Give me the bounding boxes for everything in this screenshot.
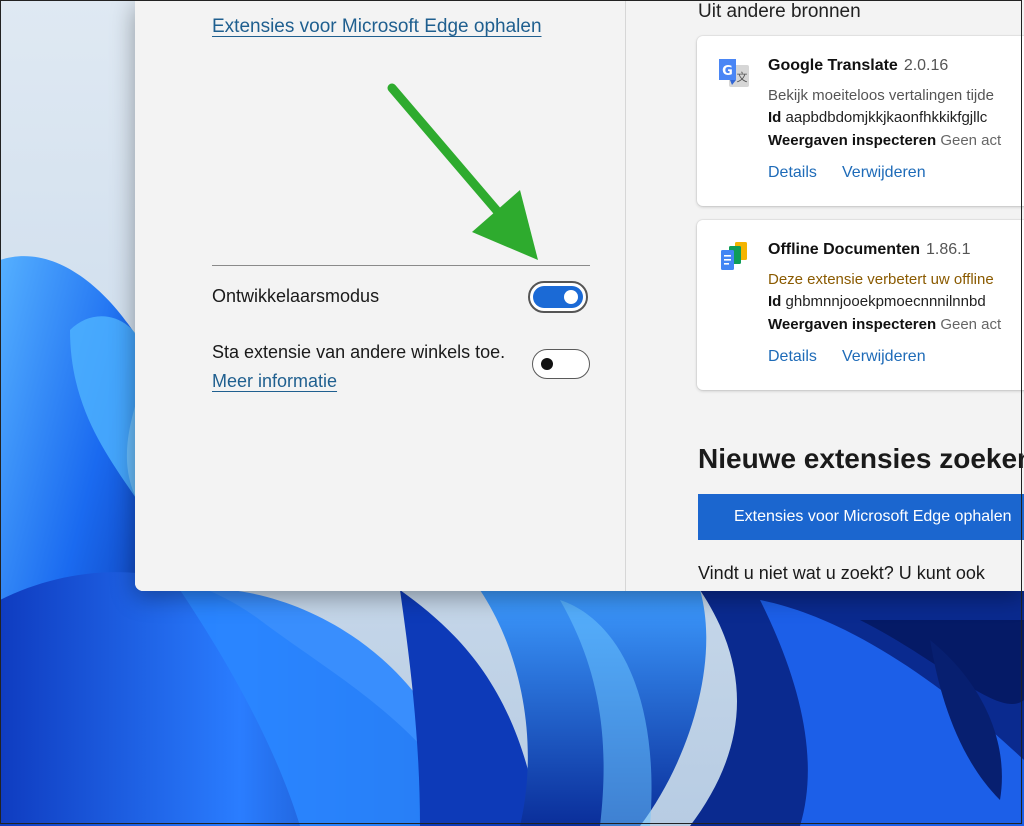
google-translate-icon: G 文 bbox=[719, 59, 749, 87]
find-new-extensions-heading: Nieuwe extensies zoeken bbox=[698, 443, 1024, 474]
inspect-views-value: Geen act bbox=[940, 316, 1002, 333]
developer-mode-toggle[interactable] bbox=[528, 281, 588, 313]
extension-id-line: Id aapbdbdomjkkjkaonfhkkikfgjllc bbox=[768, 109, 987, 126]
allow-other-stores-text: Sta extensie van andere winkels toe. bbox=[212, 342, 506, 362]
extension-title: Google Translate bbox=[768, 57, 898, 74]
id-label: Id bbox=[768, 293, 782, 310]
svg-text:G: G bbox=[722, 64, 733, 79]
more-info-link[interactable]: Meer informatie bbox=[212, 371, 337, 391]
extension-version: 2.0.16 bbox=[903, 57, 949, 74]
developer-mode-label: Ontwikkelaarsmodus bbox=[212, 286, 380, 306]
remove-link[interactable]: Verwijderen bbox=[842, 164, 926, 182]
inspect-views-line: Weergaven inspecteren Geen act bbox=[768, 132, 1001, 149]
extension-card-offline-documents: Offline Documenten 1.86.1 Deze extensie v… bbox=[697, 220, 1024, 390]
inspect-views-line: Weergaven inspecteren Geen act bbox=[768, 316, 1001, 333]
green-arrow-annotation bbox=[387, 83, 538, 260]
extension-card-google-translate: G 文 Google Translate 2.0.16 Bekijk moeite… bbox=[697, 36, 1024, 206]
find-hint-text: Vindt u niet wat u zoekt? U kunt ook bbox=[698, 563, 985, 583]
id-value: ghbmnnjooekpmoecnnnilnnbd bbox=[785, 293, 986, 310]
get-edge-extensions-button[interactable]: Extensies voor Microsoft Edge ophalen bbox=[698, 494, 1024, 540]
details-link[interactable]: Details bbox=[768, 164, 817, 182]
id-value: aapbdbdomjkkjkaonfhkkikfgjllc bbox=[785, 109, 988, 126]
svg-text:文: 文 bbox=[737, 70, 748, 84]
extension-title: Offline Documenten bbox=[768, 241, 921, 258]
remove-link[interactable]: Verwijderen bbox=[842, 348, 926, 366]
extension-version: 1.86.1 bbox=[926, 241, 971, 258]
edge-extensions-window: Extensies voor Microsoft Edge ophalen On… bbox=[135, 0, 1024, 591]
details-link[interactable]: Details bbox=[768, 348, 817, 366]
inspect-views-value: Geen act bbox=[940, 132, 1002, 149]
google-docs-icon bbox=[721, 242, 747, 270]
allow-other-stores-label: Sta extensie van andere winkels toe. Mee… bbox=[212, 338, 512, 396]
extension-id-line: Id ghbmnnjooekpmoecnnnilnnbd bbox=[768, 293, 986, 310]
toggle-knob bbox=[564, 290, 578, 304]
id-label: Id bbox=[768, 109, 782, 126]
allow-other-stores-toggle[interactable] bbox=[532, 349, 590, 379]
extension-name: Offline Documenten 1.86.1 bbox=[768, 241, 971, 259]
other-sources-heading: Uit andere bronnen bbox=[698, 1, 861, 22]
extension-name: Google Translate 2.0.16 bbox=[768, 57, 948, 75]
extension-description: Deze extensie verbetert uw offline bbox=[768, 271, 994, 288]
inspect-views-label: Weergaven inspecteren bbox=[768, 316, 937, 333]
extensions-main: Uit andere bronnen G 文 Google Translate 2… bbox=[626, 0, 1024, 591]
toggle-knob bbox=[541, 358, 553, 370]
inspect-views-label: Weergaven inspecteren bbox=[768, 132, 937, 149]
extension-description: Bekijk moeiteloos vertalingen tijde bbox=[768, 87, 994, 104]
get-extensions-link[interactable]: Extensies voor Microsoft Edge ophalen bbox=[212, 16, 542, 38]
